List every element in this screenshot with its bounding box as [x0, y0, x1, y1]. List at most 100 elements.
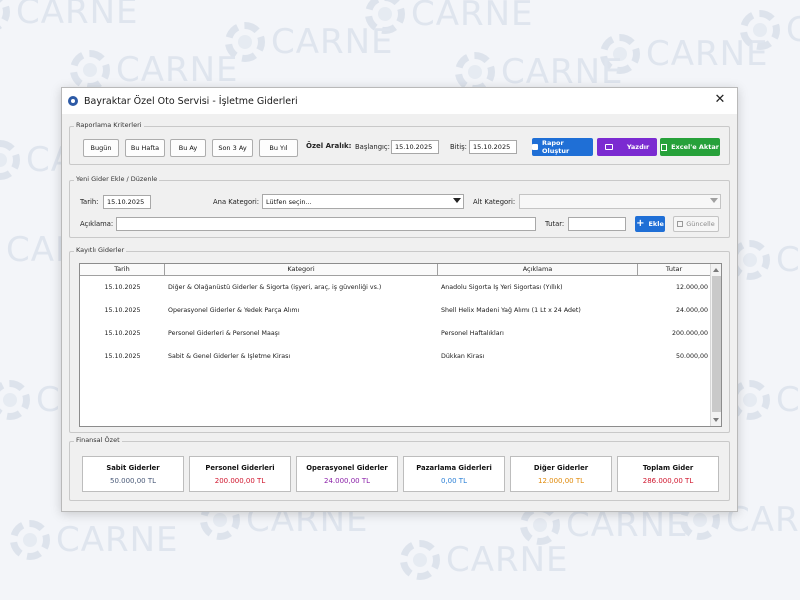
- card-value: 200.000,00 TL: [214, 476, 266, 485]
- gear-icon: [400, 540, 440, 580]
- app-icon: [68, 96, 78, 106]
- cell-amount: 12.000,00: [675, 284, 708, 291]
- report-criteria-group: Raporlama Kriterleri Bugün Bu Hafta Bu A…: [69, 121, 730, 165]
- cell-date: 15.10.2025: [104, 353, 141, 360]
- card-value: 12.000,00 TL: [537, 476, 585, 485]
- cell-category: Operasyonel Giderler & Yedek Parça Alımı: [168, 307, 300, 314]
- column-header-amount[interactable]: Tutar: [638, 264, 711, 276]
- gear-icon: [0, 0, 10, 32]
- table-row[interactable]: 15.10.2025 Personel Giderleri & Personel…: [80, 322, 711, 345]
- custom-range-label: Özel Aralık:: [306, 142, 352, 150]
- watermark: CARNE: [455, 52, 624, 92]
- summary-card-total: Toplam Gider 286.000,00 TL: [617, 456, 719, 492]
- create-report-button[interactable]: Rapor Oluştur: [532, 138, 593, 156]
- cell-category: Sabit & Genel Giderler & İşletme Kirası: [168, 353, 291, 360]
- summary-card-personnel: Personel Giderleri 200.000,00 TL: [189, 456, 291, 492]
- table-row[interactable]: 15.10.2025 Operasyonel Giderler & Yedek …: [80, 299, 711, 322]
- end-date-label: Bitiş:: [450, 143, 467, 151]
- cell-category: Diğer & Olağanüstü Giderler & Sigorta (i…: [168, 284, 382, 291]
- main-category-label: Ana Kategori:: [213, 198, 260, 206]
- card-title: Diğer Giderler: [533, 463, 589, 472]
- card-value: 24.000,00 TL: [323, 476, 371, 485]
- watermark: CARNE: [10, 520, 179, 560]
- main-window: Bayraktar Özel Oto Servisi - İşletme Gid…: [61, 87, 738, 512]
- table-row[interactable]: 15.10.2025 Diğer & Olağanüstü Giderler &…: [80, 276, 711, 299]
- watermark: CARNE: [400, 540, 569, 580]
- sub-category-label: Alt Kategori:: [473, 198, 516, 206]
- plus-icon: +: [636, 218, 645, 229]
- window-title: Bayraktar Özel Oto Servisi - İşletme Gid…: [84, 95, 298, 107]
- main-category-select[interactable]: Lütfen seçin...: [262, 194, 464, 209]
- description-label: Açıklama:: [80, 220, 114, 228]
- cell-date: 15.10.2025: [104, 307, 141, 314]
- card-title: Operasyonel Giderler: [306, 463, 388, 472]
- close-button[interactable]: ✕: [711, 92, 729, 107]
- card-value: 0,00 TL: [441, 476, 467, 485]
- amount-field[interactable]: [568, 217, 626, 231]
- group-legend: Raporlama Kriterleri: [74, 121, 144, 129]
- summary-card-fixed: Sabit Giderler 50.000,00 TL: [82, 456, 184, 492]
- group-legend: Kayıtlı Giderler: [74, 246, 127, 254]
- gear-icon: [455, 52, 495, 92]
- summary-card-marketing: Pazarlama Giderleri 0,00 TL: [403, 456, 505, 492]
- vertical-scrollbar[interactable]: [710, 264, 721, 426]
- summary-card-other: Diğer Giderler 12.000,00 TL: [510, 456, 612, 492]
- amount-label: Tutar:: [545, 220, 565, 228]
- end-date-field[interactable]: 15.10.2025: [469, 140, 517, 154]
- expenses-table: Tarih Kategori Açıklama Tutar 15.10.2025…: [79, 263, 722, 427]
- chevron-down-icon: [453, 198, 461, 203]
- gear-icon: [70, 50, 110, 90]
- date-field[interactable]: 15.10.2025: [103, 195, 151, 209]
- watermark: CARNE: [225, 22, 394, 62]
- start-date-label: Başlangıç:: [355, 143, 390, 151]
- card-title: Sabit Giderler: [106, 463, 160, 472]
- print-button[interactable]: Yazdır: [597, 138, 657, 156]
- add-button[interactable]: + Ekle: [635, 216, 665, 232]
- date-label: Tarih:: [80, 198, 99, 206]
- this-month-button[interactable]: Bu Ay: [170, 139, 206, 157]
- summary-card-operational: Operasyonel Giderler 24.000,00 TL: [296, 456, 398, 492]
- save-icon: [532, 144, 538, 150]
- main-category-value: Lütfen seçin...: [266, 197, 312, 206]
- scroll-up-icon[interactable]: [713, 268, 719, 272]
- cell-amount: 200.000,00: [671, 330, 708, 337]
- watermark: CARNE: [0, 0, 139, 32]
- create-report-label: Rapor Oluştur: [541, 139, 570, 155]
- cell-date: 15.10.2025: [104, 330, 141, 337]
- table-row[interactable]: 15.10.2025 Sabit & Genel Giderler & İşle…: [80, 345, 711, 368]
- scroll-down-icon[interactable]: [713, 418, 719, 422]
- export-excel-button[interactable]: Excel'e Aktar: [660, 138, 720, 156]
- table-body: 15.10.2025 Diğer & Olağanüstü Giderler &…: [80, 276, 711, 368]
- scroll-thumb[interactable]: [712, 276, 721, 412]
- card-value: 50.000,00 TL: [109, 476, 157, 485]
- update-label: Güncelle: [686, 220, 715, 228]
- title-bar: Bayraktar Özel Oto Servisi - İşletme Gid…: [62, 88, 737, 114]
- cell-amount: 50.000,00: [675, 353, 708, 360]
- last-3-months-button[interactable]: Son 3 Ay: [212, 139, 253, 157]
- sub-category-select[interactable]: [519, 194, 721, 209]
- column-header-date[interactable]: Tarih: [80, 264, 165, 276]
- watermark: CARNE: [740, 10, 800, 50]
- watermark: CARNE: [730, 380, 800, 420]
- printer-icon: [604, 144, 613, 150]
- cell-date: 15.10.2025: [104, 284, 141, 291]
- column-header-description[interactable]: Açıklama: [438, 264, 638, 276]
- gear-icon: [0, 380, 30, 420]
- print-label: Yazdır: [626, 143, 650, 151]
- this-year-button[interactable]: Bu Yıl: [259, 139, 298, 157]
- start-date-field[interactable]: 15.10.2025: [391, 140, 439, 154]
- description-field[interactable]: [116, 217, 536, 231]
- save-icon: [677, 221, 684, 227]
- card-title: Toplam Gider: [642, 463, 694, 472]
- group-legend: Finansal Özet: [74, 436, 122, 444]
- update-button[interactable]: Güncelle: [673, 216, 719, 232]
- today-button[interactable]: Bugün: [83, 139, 119, 157]
- cell-description: Shell Helix Madeni Yağ Alımı (1 Lt x 24 …: [441, 307, 581, 314]
- column-header-category[interactable]: Kategori: [165, 264, 438, 276]
- card-title: Pazarlama Giderleri: [416, 463, 492, 472]
- gear-icon: [0, 140, 20, 180]
- cell-description: Anadolu Sigorta İş Yeri Sigortası (Yıllı…: [441, 284, 563, 291]
- this-week-button[interactable]: Bu Hafta: [125, 139, 165, 157]
- gear-icon: [10, 520, 50, 560]
- group-legend: Yeni Gider Ekle / Düzenle: [74, 175, 160, 183]
